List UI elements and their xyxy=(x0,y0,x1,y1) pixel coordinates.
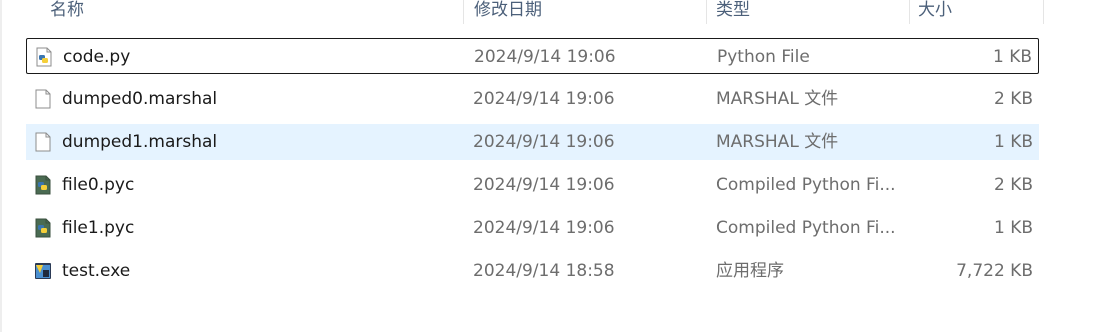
file-modified: 2024/9/14 19:06 xyxy=(473,218,615,238)
file-name: file1.pyc xyxy=(62,218,135,238)
file-type: Python File xyxy=(717,47,810,67)
column-header-modified[interactable]: 修改日期 xyxy=(474,0,542,22)
file-name: dumped0.marshal xyxy=(62,89,218,109)
column-divider[interactable] xyxy=(463,0,464,24)
file-size: 1 KB xyxy=(993,218,1033,238)
column-divider[interactable] xyxy=(909,0,910,24)
column-header-size[interactable]: 大小 xyxy=(918,0,952,22)
python-file-icon xyxy=(36,47,52,67)
file-row-code-py[interactable]: code.py 2024/9/14 19:06 Python File 1 KB xyxy=(26,38,1039,74)
file-size: 2 KB xyxy=(993,175,1033,195)
column-divider[interactable] xyxy=(1043,0,1044,24)
file-type: Compiled Python Fi... xyxy=(716,218,896,238)
file-row-file0-pyc[interactable]: file0.pyc 2024/9/14 19:06 Compiled Pytho… xyxy=(26,167,1039,203)
column-header-bar: 名称 修改日期 类型 大小 xyxy=(0,0,1104,24)
compiled-python-icon xyxy=(35,218,51,238)
file-name: file0.pyc xyxy=(62,175,135,195)
file-type: MARSHAL 文件 xyxy=(716,132,839,152)
file-name: dumped1.marshal xyxy=(62,132,218,152)
file-modified: 2024/9/14 19:06 xyxy=(473,132,615,152)
file-type: MARSHAL 文件 xyxy=(716,89,839,109)
file-row-dumped0-marshal[interactable]: dumped0.marshal 2024/9/14 19:06 MARSHAL … xyxy=(26,81,1039,117)
blank-file-icon xyxy=(35,89,51,109)
file-modified: 2024/9/14 19:06 xyxy=(474,47,616,67)
file-size: 1 KB xyxy=(993,132,1033,152)
file-size: 2 KB xyxy=(993,89,1033,109)
file-modified: 2024/9/14 19:06 xyxy=(473,89,615,109)
compiled-python-icon xyxy=(35,175,51,195)
file-row-test-exe[interactable]: test.exe 2024/9/14 18:58 应用程序 7,722 KB xyxy=(26,253,1039,289)
blank-file-icon xyxy=(35,132,51,152)
file-size: 7,722 KB xyxy=(956,261,1033,281)
file-type: 应用程序 xyxy=(716,261,784,281)
file-row-dumped1-marshal[interactable]: dumped1.marshal 2024/9/14 19:06 MARSHAL … xyxy=(26,124,1039,160)
window-left-border xyxy=(0,0,2,332)
file-size: 1 KB xyxy=(992,47,1032,67)
column-divider[interactable] xyxy=(706,0,707,24)
column-header-type[interactable]: 类型 xyxy=(716,0,750,22)
column-header-name[interactable]: 名称 xyxy=(50,0,84,22)
file-name: code.py xyxy=(63,47,131,67)
file-modified: 2024/9/14 18:58 xyxy=(473,261,615,281)
file-type: Compiled Python Fi... xyxy=(716,175,896,195)
file-modified: 2024/9/14 19:06 xyxy=(473,175,615,195)
file-row-file1-pyc[interactable]: file1.pyc 2024/9/14 19:06 Compiled Pytho… xyxy=(26,210,1039,246)
file-name: test.exe xyxy=(62,261,131,281)
exe-app-icon xyxy=(35,263,51,279)
